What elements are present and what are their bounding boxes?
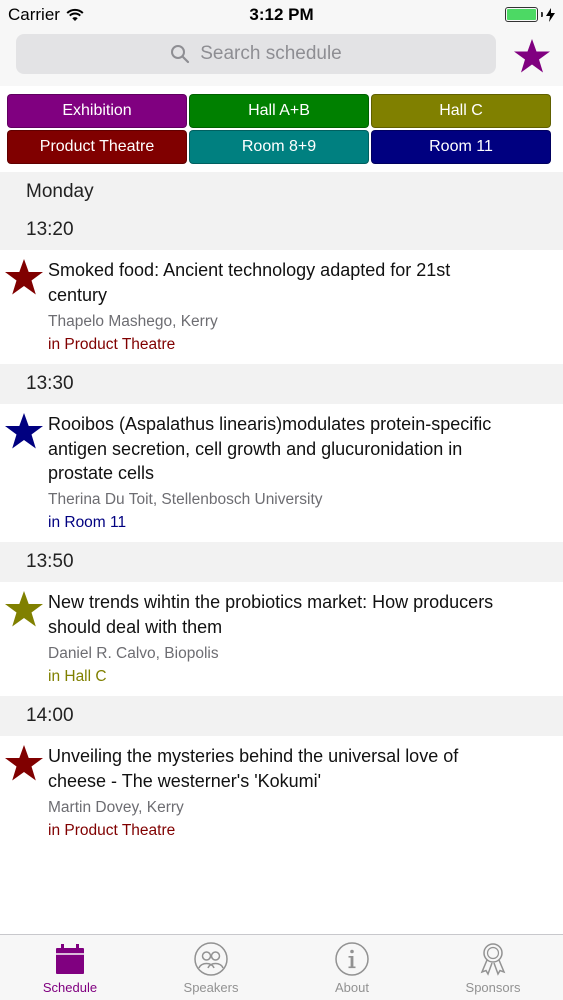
session-title: Unveiling the mysteries behind the unive… — [48, 744, 548, 793]
session-room: in Room 11 — [48, 514, 127, 531]
day-header: Monday — [0, 172, 563, 212]
battery-indicator — [505, 7, 555, 22]
info-icon — [335, 942, 369, 976]
search-placeholder: Search schedule — [200, 43, 342, 64]
tab-label: Speakers — [183, 980, 239, 995]
calendar-icon — [56, 944, 84, 974]
status-bar: Carrier 3:12 PM — [0, 0, 563, 30]
session-title-line: Rooibos (Aspalathus linearis)modulates p… — [48, 414, 492, 434]
session-title-line: antigen secretion, cell growth and glucu… — [48, 438, 463, 459]
charging-bolt-icon — [546, 7, 555, 22]
session-row[interactable]: Unveiling the mysteries behind the unive… — [0, 736, 563, 848]
favorite-star-icon[interactable] — [4, 258, 44, 296]
speakers-icon — [194, 942, 228, 976]
session-title: Rooibos (Aspalathus linearis)modulates p… — [48, 412, 548, 486]
tab-label: Sponsors — [465, 980, 521, 995]
favorites-star-icon[interactable] — [512, 38, 552, 74]
tab-schedule[interactable]: Schedule — [0, 935, 140, 1000]
tab-bar: Schedule Speakers About Sponsors — [0, 934, 563, 1000]
filter-hall-c-button[interactable]: Hall C — [371, 94, 551, 128]
session-room: in Hall C — [48, 668, 107, 685]
session-title: New trends wihtin the probiotics market:… — [48, 590, 548, 639]
session-speaker: Thapelo Mashego, Kerry — [48, 313, 218, 330]
tab-about[interactable]: About — [282, 935, 422, 1000]
award-ribbon-icon — [480, 943, 506, 976]
session-title-line: prostate cells — [48, 463, 155, 483]
favorite-star-icon[interactable] — [4, 590, 44, 628]
time-slot-header: 13:20 — [0, 210, 563, 250]
filter-exhibition-button[interactable]: Exhibition — [7, 94, 187, 128]
time-slot-header: 13:50 — [0, 542, 563, 582]
search-input[interactable]: Search schedule — [16, 34, 496, 74]
session-speaker: Daniel R. Calvo, Biopolis — [48, 645, 219, 662]
session-speaker: Martin Dovey, Kerry — [48, 799, 184, 816]
session-title-line: should deal with them — [48, 616, 223, 637]
session-title: Smoked food: Ancient technology adapted … — [48, 258, 548, 307]
time-slot-header: 14:00 — [0, 696, 563, 736]
clock: 3:12 PM — [249, 5, 314, 24]
time-slot-header: 13:30 — [0, 364, 563, 404]
session-title-line: century — [48, 284, 108, 305]
tab-label: Schedule — [42, 980, 98, 995]
session-room: in Product Theatre — [48, 336, 176, 353]
filter-product-theatre-button[interactable]: Product Theatre — [7, 130, 187, 164]
session-speaker: Therina Du Toit, Stellenbosch University — [48, 491, 323, 508]
filter-room-8-9-button[interactable]: Room 8+9 — [189, 130, 369, 164]
session-title-line: Unveiling the mysteries behind the unive… — [48, 746, 459, 766]
session-title-line: Smoked food: Ancient technology adapted … — [48, 260, 451, 280]
session-room: in Product Theatre — [48, 822, 176, 839]
tab-speakers[interactable]: Speakers — [141, 935, 281, 1000]
battery-icon — [505, 7, 538, 22]
session-row[interactable]: New trends wihtin the probiotics market:… — [0, 582, 563, 694]
battery-tip — [541, 12, 543, 17]
room-filter-grid: Exhibition Hall A+B Hall C Product Theat… — [0, 88, 563, 170]
search-icon — [171, 45, 190, 64]
favorite-star-icon[interactable] — [4, 412, 44, 450]
session-row[interactable]: Smoked food: Ancient technology adapted … — [0, 250, 563, 362]
favorite-star-icon[interactable] — [4, 744, 44, 782]
filter-room-11-button[interactable]: Room 11 — [371, 130, 551, 164]
session-title-line: New trends wihtin the probiotics market:… — [48, 592, 494, 612]
tab-label: About — [335, 980, 369, 995]
battery-fill — [507, 9, 536, 20]
tab-sponsors[interactable]: Sponsors — [423, 935, 563, 1000]
session-row[interactable]: Rooibos (Aspalathus linearis)modulates p… — [0, 404, 563, 540]
filter-hall-ab-button[interactable]: Hall A+B — [189, 94, 369, 128]
search-bar-area: Search schedule — [0, 30, 563, 86]
session-title-line: cheese - The westerner's 'Kokumi' — [48, 770, 322, 791]
